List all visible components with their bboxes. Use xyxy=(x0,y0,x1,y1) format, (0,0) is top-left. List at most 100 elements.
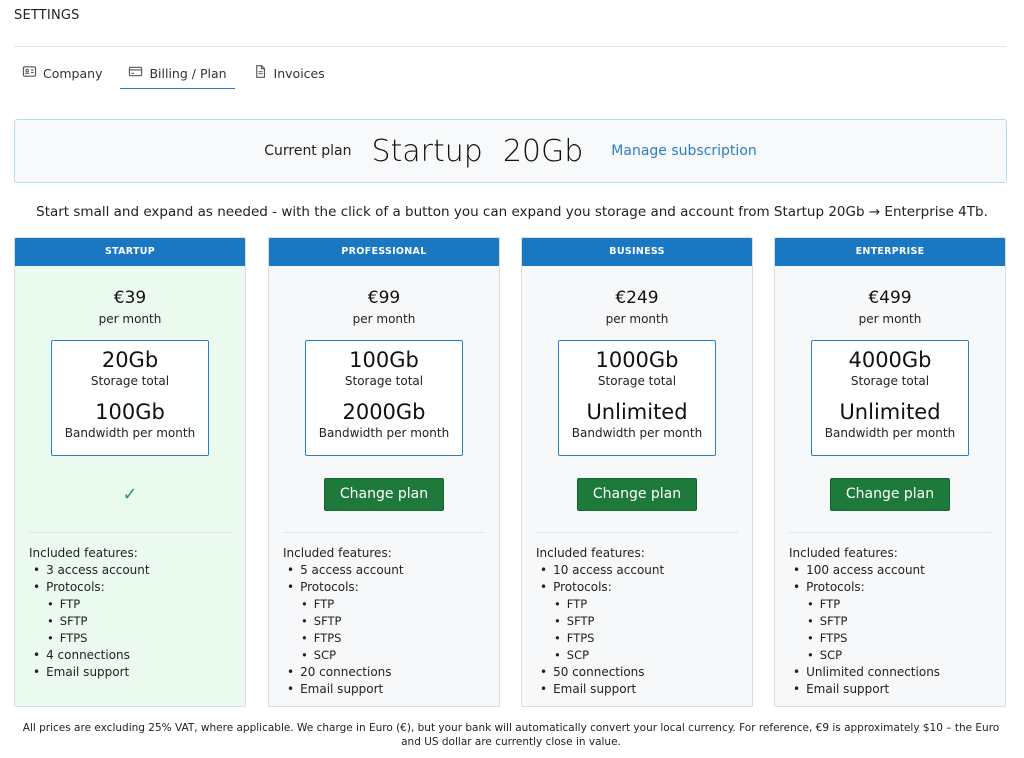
protocol-item: FTP xyxy=(311,596,485,613)
plan-specs: 20Gb Storage total 100Gb Bandwidth per m… xyxy=(51,340,209,456)
tab-label: Invoices xyxy=(273,65,325,81)
plan-name: PROFESSIONAL xyxy=(269,238,499,266)
plan-card-professional: PROFESSIONAL €99 per month 100Gb Storage… xyxy=(268,237,500,707)
storage-value: 100Gb xyxy=(349,348,419,372)
feature-connections: Unlimited connections xyxy=(803,664,991,681)
bandwidth-value: 100Gb xyxy=(95,400,165,424)
bandwidth-label: Bandwidth per month xyxy=(571,426,703,440)
plan-specs: 100Gb Storage total 2000Gb Bandwidth per… xyxy=(305,340,463,456)
change-plan-button[interactable]: Change plan xyxy=(577,477,697,511)
protocol-item: SFTP xyxy=(57,613,231,630)
plan-period: per month xyxy=(98,312,162,326)
features-list: Included features: 10 access account Pro… xyxy=(522,533,752,698)
features-title: Included features: xyxy=(283,546,392,560)
features-title: Included features: xyxy=(789,546,898,560)
bandwidth-value: Unlimited xyxy=(839,400,941,424)
plan-price: €99 xyxy=(367,288,401,308)
storage-label: Storage total xyxy=(850,374,930,388)
action-area: Change plan xyxy=(269,456,499,532)
current-plan-name: Startup xyxy=(371,133,483,169)
plan-name: ENTERPRISE xyxy=(775,238,1005,266)
plan-specs: 4000Gb Storage total Unlimited Bandwidth… xyxy=(811,340,969,456)
protocols-label: Protocols: xyxy=(553,580,612,594)
protocol-item: FTPS xyxy=(57,630,231,647)
tab-billing-plan[interactable]: Billing / Plan xyxy=(120,58,235,89)
storage-label: Storage total xyxy=(90,374,170,388)
plan-price: €249 xyxy=(615,288,659,308)
protocol-item: SCP xyxy=(564,647,738,664)
protocol-item: FTPS xyxy=(564,630,738,647)
manage-subscription-link[interactable]: Manage subscription xyxy=(611,143,756,159)
id-card-icon xyxy=(22,64,37,82)
feature-connections: 4 connections xyxy=(43,647,231,664)
divider xyxy=(14,46,1006,47)
protocols-label: Protocols: xyxy=(806,580,865,594)
storage-label: Storage total xyxy=(597,374,677,388)
feature-protocols: Protocols: FTP SFTP FTPS SCP xyxy=(297,579,485,664)
feature-connections: 50 connections xyxy=(550,664,738,681)
features-title: Included features: xyxy=(29,546,138,560)
features-list: Included features: 100 access account Pr… xyxy=(775,533,1005,698)
storage-value: 1000Gb xyxy=(595,348,679,372)
feature-connections: 20 connections xyxy=(297,664,485,681)
protocol-item: SCP xyxy=(817,647,991,664)
tab-company[interactable]: Company xyxy=(14,58,110,88)
current-plan-label: Current plan xyxy=(264,143,352,159)
protocol-item: FTPS xyxy=(817,630,991,647)
plan-price: €499 xyxy=(868,288,912,308)
bandwidth-label: Bandwidth per month xyxy=(824,426,956,440)
bandwidth-label: Bandwidth per month xyxy=(318,426,450,440)
action-area: Change plan xyxy=(522,456,752,532)
protocol-item: SFTP xyxy=(311,613,485,630)
feature-protocols: Protocols: FTP SFTP FTPS SCP xyxy=(803,579,991,664)
credit-card-icon xyxy=(128,64,143,82)
protocols-label: Protocols: xyxy=(46,580,105,594)
feature-access: 10 access account xyxy=(550,562,738,579)
storage-value: 4000Gb xyxy=(848,348,932,372)
storage-value: 20Gb xyxy=(101,348,159,372)
feature-access: 5 access account xyxy=(297,562,485,579)
protocol-item: FTP xyxy=(564,596,738,613)
page-title: SETTINGS xyxy=(14,8,80,23)
feature-access: 3 access account xyxy=(43,562,231,579)
features-title: Included features: xyxy=(536,546,645,560)
plan-specs: 1000Gb Storage total Unlimited Bandwidth… xyxy=(558,340,716,456)
plan-period: per month xyxy=(605,312,669,326)
tab-label: Billing / Plan xyxy=(149,65,227,81)
checkmark-icon: ✓ xyxy=(122,483,138,505)
bandwidth-label: Bandwidth per month xyxy=(64,426,196,440)
feature-protocols: Protocols: FTP SFTP FTPS xyxy=(43,579,231,647)
feature-support: Email support xyxy=(803,681,991,698)
plan-card-business: BUSINESS €249 per month 1000Gb Storage t… xyxy=(521,237,753,707)
current-plan-banner: Current plan Startup 20Gb Manage subscri… xyxy=(14,119,1007,183)
action-area: Change plan xyxy=(775,456,1005,532)
plan-name: BUSINESS xyxy=(522,238,752,266)
feature-support: Email support xyxy=(43,664,231,681)
plan-card-startup: STARTUP €39 per month 20Gb Storage total… xyxy=(14,237,246,707)
bandwidth-value: Unlimited xyxy=(586,400,688,424)
plan-name: STARTUP xyxy=(15,238,245,266)
feature-support: Email support xyxy=(297,681,485,698)
features-list: Included features: 3 access account Prot… xyxy=(15,533,245,681)
plan-period: per month xyxy=(352,312,416,326)
storage-label: Storage total xyxy=(344,374,424,388)
change-plan-button[interactable]: Change plan xyxy=(830,477,950,511)
protocol-item: FTP xyxy=(817,596,991,613)
feature-access: 100 access account xyxy=(803,562,991,579)
plan-period: per month xyxy=(858,312,922,326)
bandwidth-value: 2000Gb xyxy=(342,400,426,424)
protocol-item: SFTP xyxy=(564,613,738,630)
feature-protocols: Protocols: FTP SFTP FTPS SCP xyxy=(550,579,738,664)
change-plan-button[interactable]: Change plan xyxy=(324,477,444,511)
intro-text: Start small and expand as needed - with … xyxy=(36,204,988,220)
protocol-item: SFTP xyxy=(817,613,991,630)
pricing-footnote: All prices are excluding 25% VAT, where … xyxy=(22,722,1000,748)
protocol-item: FTP xyxy=(57,596,231,613)
tab-invoices[interactable]: Invoices xyxy=(245,58,333,88)
tab-label: Company xyxy=(43,65,103,81)
plan-price: €39 xyxy=(113,288,147,308)
tab-bar: Company Billing / Plan Invoices xyxy=(14,58,343,90)
current-plan-size: 20Gb xyxy=(502,133,584,169)
protocols-label: Protocols: xyxy=(300,580,359,594)
features-list: Included features: 5 access account Prot… xyxy=(269,533,499,698)
